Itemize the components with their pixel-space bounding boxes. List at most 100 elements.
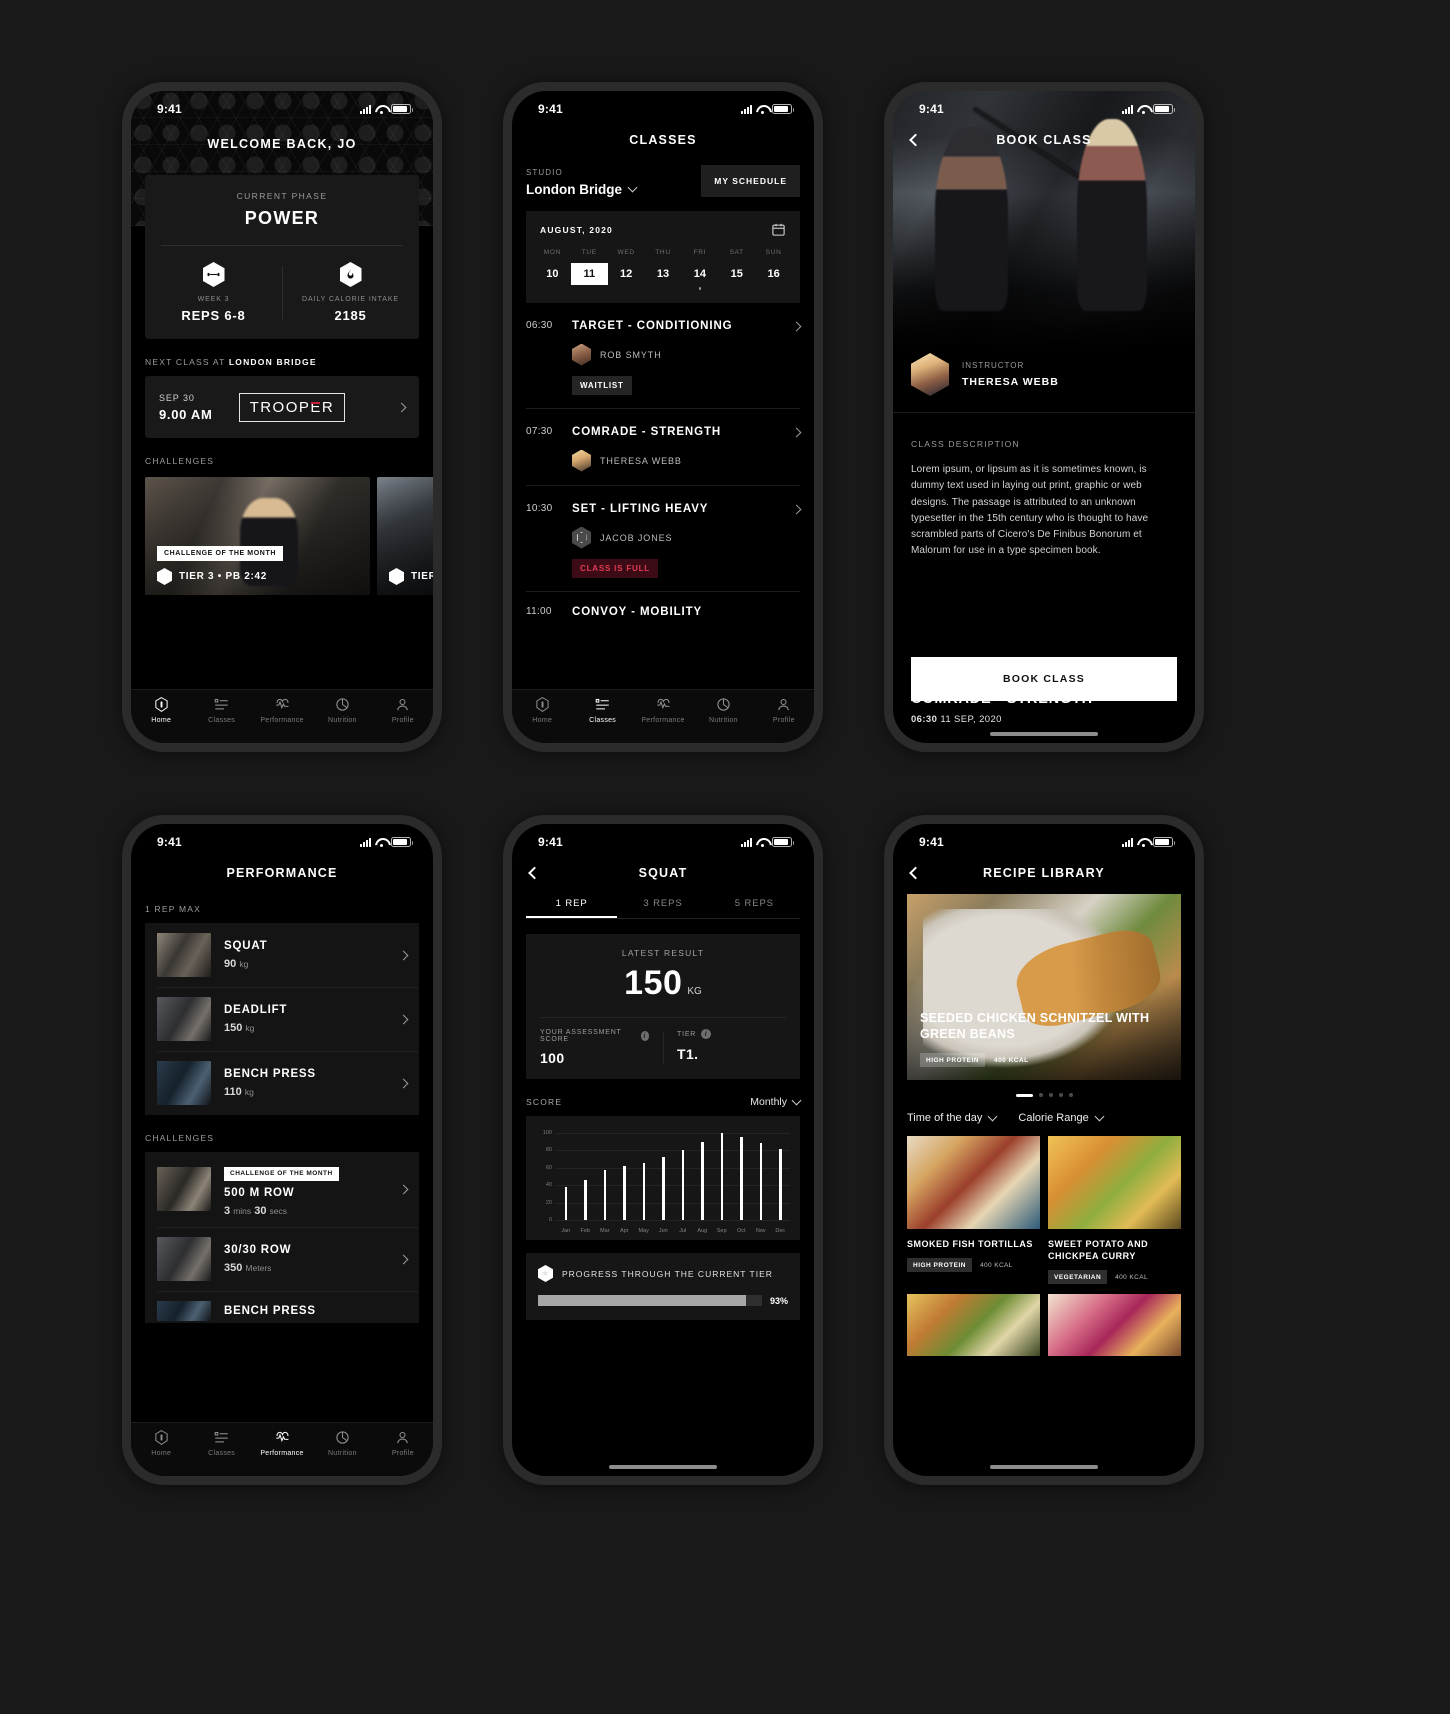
wifi-icon (1137, 838, 1149, 847)
tab-classes-label: Classes (208, 717, 236, 724)
featured-recipe-card[interactable]: SEEDED CHICKEN SCHNITZEL WITH GREEN BEAN… (907, 894, 1181, 1080)
next-class-card[interactable]: SEP 30 9.00 AM TROOPER (145, 376, 419, 438)
chevron-right-icon[interactable] (398, 1074, 409, 1092)
list-item[interactable]: SQUAT 90 kg (145, 923, 419, 987)
tab-home-label: Home (151, 1450, 172, 1457)
tab-home-label: Home (151, 717, 172, 724)
tab-profile[interactable]: Profile (373, 697, 433, 724)
filter-row[interactable]: Time of the day Calorie Range (893, 1097, 1195, 1124)
calendar-day[interactable]: SUN 16 (755, 249, 792, 290)
calendar-dow: WED (617, 249, 635, 256)
calendar-day[interactable]: SAT 15 (718, 249, 755, 290)
chevron-right-icon[interactable] (396, 398, 407, 416)
tab-home[interactable]: Home (512, 697, 572, 724)
challenge-value: 350 Meters (224, 1262, 291, 1274)
tab-performance[interactable]: Performance (252, 697, 312, 724)
calendar-day-selected[interactable]: TUE 11 (570, 249, 608, 290)
period-selector[interactable]: Monthly (750, 1095, 802, 1108)
list-item[interactable]: DEADLIFT 150 kg (145, 987, 419, 1051)
recipe-card[interactable]: SMOKED FISH TORTILLAS HIGH PROTEIN 400 K… (907, 1136, 1040, 1284)
class-row[interactable]: 11:00 CONVOY - MOBILITY (526, 590, 800, 618)
tab-bar[interactable]: Home Classes Performance Nutrition Profi… (131, 689, 433, 743)
chevron-right-icon[interactable] (398, 1180, 409, 1198)
reps-tabs[interactable]: 1 REP 3 REPS 5 REPS (512, 892, 814, 918)
calendar-week[interactable]: MON 10 TUE 11 WED 12 THU 13 FRI 14 SAT 1… (526, 249, 800, 290)
calendar-icon[interactable] (771, 222, 786, 237)
tab-nutrition[interactable]: Nutrition (693, 697, 753, 724)
chevron-right-icon[interactable] (791, 500, 802, 518)
instructor-label: INSTRUCTOR (962, 361, 1025, 370)
class-row-header: 06:30 TARGET - CONDITIONING (526, 317, 802, 335)
tab-1-rep[interactable]: 1 REP (526, 898, 618, 918)
exercise-name: DEADLIFT (224, 1004, 288, 1016)
pagination-dot[interactable] (1068, 1093, 1073, 1097)
challenge-info: BENCH PRESS (224, 1305, 316, 1317)
calendar-day[interactable]: FRI 14 (681, 249, 718, 290)
chevron-right-icon[interactable] (791, 423, 802, 441)
challenges-carousel[interactable]: CHALLENGE OF THE MONTH ★ TIER 3 • PB 2:4… (131, 477, 433, 595)
filter-calorie-range[interactable]: Calorie Range (1018, 1111, 1105, 1124)
class-row[interactable]: 06:30 TARGET - CONDITIONING ROB SMYTH WA… (526, 303, 802, 395)
list-item[interactable]: BENCH PRESS (145, 1290, 419, 1323)
challenge-info: 30/30 ROW 350 Meters (224, 1244, 291, 1274)
class-row[interactable]: 07:30 COMRADE - STRENGTH THERESA WEBB (526, 407, 802, 472)
pagination-dot[interactable] (1048, 1093, 1053, 1097)
info-icon[interactable]: i (701, 1029, 712, 1039)
tab-classes[interactable]: Classes (191, 697, 251, 724)
chevron-right-icon[interactable] (398, 946, 409, 964)
list-item[interactable]: BENCH PRESS 110 kg (145, 1051, 419, 1115)
tab-performance[interactable]: Performance (252, 1430, 312, 1457)
chevron-right-icon[interactable] (791, 317, 802, 335)
tab-bar[interactable]: Home Classes Performance Nutrition Profi… (131, 1422, 433, 1476)
tab-nutrition[interactable]: Nutrition (312, 697, 372, 724)
recipe-card[interactable] (1048, 1294, 1181, 1357)
phone-classes: 9:41 CLASSES STUDIO London Bridge MY SCH… (503, 82, 823, 752)
calendar-day[interactable]: MON 10 (534, 249, 571, 290)
tab-home[interactable]: Home (131, 697, 191, 724)
pagination-dot-active[interactable] (1015, 1093, 1033, 1097)
y-tick-label: 20 (545, 1199, 552, 1206)
tab-classes[interactable]: Classes (191, 1430, 251, 1457)
description-block: CLASS DESCRIPTION Lorem ipsum, or lipsum… (893, 439, 1195, 560)
back-icon[interactable] (909, 866, 922, 880)
tab-5-reps[interactable]: 5 REPS (709, 898, 800, 918)
page-title: SQUAT (638, 866, 688, 880)
recipe-card[interactable] (907, 1294, 1040, 1357)
diet-tag: VEGETARIAN (1048, 1270, 1108, 1285)
pagination-dot[interactable] (1038, 1093, 1043, 1097)
recipe-card[interactable]: SWEET POTATO AND CHICKPEA CURRY VEGETARI… (1048, 1136, 1181, 1285)
studio-value[interactable]: London Bridge (526, 182, 638, 197)
tab-profile[interactable]: Profile (373, 1430, 433, 1457)
studio-selector[interactable]: STUDIO London Bridge (526, 168, 638, 197)
challenge-card[interactable]: CHALLENGE OF THE MONTH ★ TIER 3 • PB 2:4… (145, 477, 370, 595)
tab-home[interactable]: Home (131, 1430, 191, 1457)
chevron-right-icon[interactable] (398, 1010, 409, 1028)
tab-profile[interactable]: Profile (754, 697, 814, 724)
tab-performance[interactable]: Performance (633, 697, 693, 724)
pagination-dot[interactable] (1058, 1093, 1063, 1097)
list-item[interactable]: 30/30 ROW 350 Meters (145, 1226, 419, 1291)
calendar-header: AUGUST, 2020 (526, 222, 800, 237)
studio-selector-row: STUDIO London Bridge MY SCHEDULE (512, 159, 814, 197)
filter-time-of-day[interactable]: Time of the day (907, 1111, 998, 1124)
latest-result-number: 150 (624, 964, 683, 1002)
calendar-day[interactable]: WED 12 (608, 249, 645, 290)
tab-bar[interactable]: Home Classes Performance Nutrition Profi… (512, 689, 814, 743)
tab-classes[interactable]: Classes (572, 697, 632, 724)
chevron-right-icon[interactable] (398, 1250, 409, 1268)
recipe-name: SWEET POTATO AND CHICKPEA CURRY (1048, 1239, 1149, 1262)
class-row[interactable]: 10:30 SET - LIFTING HEAVY JACOB JONES CL… (526, 484, 802, 578)
my-schedule-button[interactable]: MY SCHEDULE (701, 165, 800, 197)
challenge-card[interactable]: ★ TIER (377, 477, 433, 595)
challenge-number-2: 30 (254, 1204, 267, 1217)
list-item[interactable]: CHALLENGE OF THE MONTH 500 M ROW 3 mins … (145, 1152, 419, 1227)
back-icon[interactable] (528, 866, 541, 880)
tab-nutrition[interactable]: Nutrition (312, 1430, 372, 1457)
instructor-name: THERESA WEBB (962, 376, 1059, 388)
stat-week-value: REPS 6-8 (181, 308, 246, 323)
tab-3-reps[interactable]: 3 REPS (617, 898, 708, 918)
back-icon[interactable] (909, 133, 922, 147)
calendar-day[interactable]: THU 13 (645, 249, 682, 290)
page-title: RECIPE LIBRARY (983, 866, 1105, 880)
info-icon[interactable]: i (640, 1031, 649, 1041)
